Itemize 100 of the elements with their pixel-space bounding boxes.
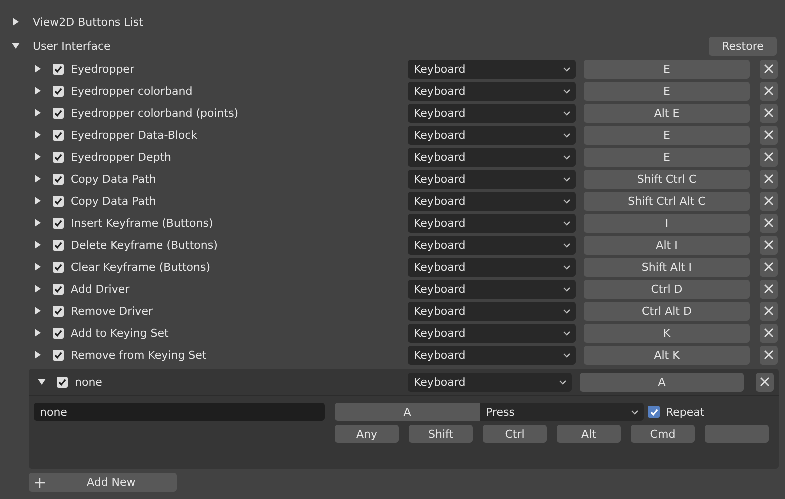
- keymap-item-name: Eyedropper: [71, 62, 134, 76]
- checkbox[interactable]: [53, 284, 64, 294]
- chevron-down-icon: [563, 242, 571, 248]
- chevron-down-icon: [563, 88, 571, 94]
- checkbox[interactable]: [53, 262, 64, 272]
- collapsed-arrow-icon[interactable]: [34, 65, 42, 73]
- key-button[interactable]: E: [584, 60, 750, 78]
- identifier-field[interactable]: none: [34, 403, 325, 421]
- checkbox[interactable]: [53, 350, 64, 360]
- key-button[interactable]: Alt K: [584, 346, 750, 364]
- map-type-dropdown[interactable]: Keyboard: [408, 372, 572, 392]
- checkbox[interactable]: [53, 306, 64, 316]
- restore-button[interactable]: Restore: [709, 36, 777, 56]
- key-button[interactable]: Shift Alt I: [584, 258, 750, 276]
- collapsed-arrow-icon[interactable]: [34, 263, 42, 271]
- key-button[interactable]: Shift Ctrl C: [584, 170, 750, 188]
- key-button[interactable]: I: [584, 214, 750, 232]
- expanded-arrow-icon[interactable]: [38, 378, 46, 386]
- map-type-dropdown[interactable]: Keyboard: [408, 280, 576, 298]
- close-icon[interactable]: [760, 302, 778, 320]
- close-icon[interactable]: [760, 192, 778, 210]
- key-button[interactable]: K: [584, 324, 750, 342]
- close-icon[interactable]: [760, 236, 778, 254]
- collapsed-arrow-icon[interactable]: [34, 109, 42, 117]
- key-button[interactable]: E: [584, 148, 750, 166]
- map-type-dropdown[interactable]: Keyboard: [408, 170, 576, 188]
- close-icon[interactable]: [760, 148, 778, 166]
- map-type-dropdown[interactable]: Keyboard: [408, 258, 576, 276]
- collapsed-arrow-icon[interactable]: [34, 131, 42, 139]
- key-button[interactable]: E: [584, 126, 750, 144]
- modifier-toggle[interactable]: Shift: [409, 425, 473, 443]
- map-type-dropdown[interactable]: Keyboard: [408, 214, 576, 232]
- key-button[interactable]: Shift Ctrl Alt C: [584, 192, 750, 210]
- checkbox[interactable]: [53, 328, 64, 338]
- key-button[interactable]: Alt I: [584, 236, 750, 254]
- map-type-dropdown[interactable]: Keyboard: [408, 82, 576, 100]
- close-icon[interactable]: [760, 60, 778, 78]
- collapsed-arrow-icon[interactable]: [34, 175, 42, 183]
- collapsed-arrow-icon[interactable]: [34, 307, 42, 315]
- key-button[interactable]: A: [335, 403, 480, 421]
- add-new-button[interactable]: Add New: [29, 473, 177, 492]
- key-button[interactable]: E: [584, 82, 750, 100]
- key-modifier-field[interactable]: [705, 425, 769, 443]
- keymap-item-name: Eyedropper colorband: [71, 84, 193, 98]
- checkbox[interactable]: [648, 406, 660, 418]
- close-icon[interactable]: [760, 280, 778, 298]
- expanded-arrow-icon[interactable]: [12, 42, 20, 50]
- chevron-down-icon: [563, 352, 571, 358]
- checkbox[interactable]: [53, 240, 64, 250]
- close-icon[interactable]: [760, 126, 778, 144]
- chevron-down-icon: [563, 66, 571, 72]
- map-type-dropdown[interactable]: Keyboard: [408, 60, 576, 78]
- map-type-dropdown[interactable]: Keyboard: [408, 104, 576, 122]
- key-button[interactable]: Ctrl Alt D: [584, 302, 750, 320]
- collapsed-arrow-icon[interactable]: [34, 351, 42, 359]
- collapsed-arrow-icon[interactable]: [34, 219, 42, 227]
- section-label[interactable]: View2D Buttons List: [33, 16, 144, 28]
- collapsed-arrow-icon[interactable]: [34, 153, 42, 161]
- close-icon[interactable]: [760, 170, 778, 188]
- map-type-dropdown[interactable]: Keyboard: [408, 148, 576, 166]
- key-button[interactable]: Ctrl D: [584, 280, 750, 298]
- close-icon[interactable]: [760, 104, 778, 122]
- checkbox[interactable]: [57, 376, 68, 388]
- checkbox[interactable]: [53, 196, 64, 206]
- checkbox[interactable]: [53, 152, 64, 162]
- map-type-dropdown[interactable]: Keyboard: [408, 324, 576, 342]
- map-type-dropdown[interactable]: Keyboard: [408, 192, 576, 210]
- map-type-dropdown[interactable]: Keyboard: [408, 126, 576, 144]
- map-type-dropdown[interactable]: Keyboard: [408, 302, 576, 320]
- close-icon[interactable]: [756, 372, 774, 392]
- collapsed-arrow-icon[interactable]: [34, 329, 42, 337]
- close-icon[interactable]: [760, 346, 778, 364]
- chevron-down-icon: [563, 198, 571, 204]
- section-label[interactable]: User Interface: [33, 40, 111, 52]
- close-icon[interactable]: [760, 324, 778, 342]
- checkbox[interactable]: [53, 130, 64, 140]
- checkbox[interactable]: [53, 64, 64, 74]
- close-icon[interactable]: [760, 258, 778, 276]
- modifier-toggle[interactable]: Any: [335, 425, 399, 443]
- event-dropdown[interactable]: Press: [480, 403, 644, 421]
- modifier-toggle[interactable]: Ctrl: [483, 425, 547, 443]
- collapsed-arrow-icon[interactable]: [34, 197, 42, 205]
- map-type-dropdown[interactable]: Keyboard: [408, 346, 576, 364]
- close-icon[interactable]: [760, 214, 778, 232]
- key-button[interactable]: Alt E: [584, 104, 750, 122]
- collapsed-arrow-icon[interactable]: [12, 18, 20, 26]
- modifier-toggle[interactable]: Cmd: [631, 425, 695, 443]
- keymap-item-name: none: [75, 376, 102, 388]
- checkbox[interactable]: [53, 174, 64, 184]
- collapsed-arrow-icon[interactable]: [34, 87, 42, 95]
- close-icon[interactable]: [760, 82, 778, 100]
- checkbox[interactable]: [53, 218, 64, 228]
- chevron-down-icon: [563, 308, 571, 314]
- collapsed-arrow-icon[interactable]: [34, 285, 42, 293]
- key-button[interactable]: A: [580, 372, 744, 392]
- modifier-toggle[interactable]: Alt: [557, 425, 621, 443]
- collapsed-arrow-icon[interactable]: [34, 241, 42, 249]
- map-type-dropdown[interactable]: Keyboard: [408, 236, 576, 254]
- checkbox[interactable]: [53, 108, 64, 118]
- checkbox[interactable]: [53, 86, 64, 96]
